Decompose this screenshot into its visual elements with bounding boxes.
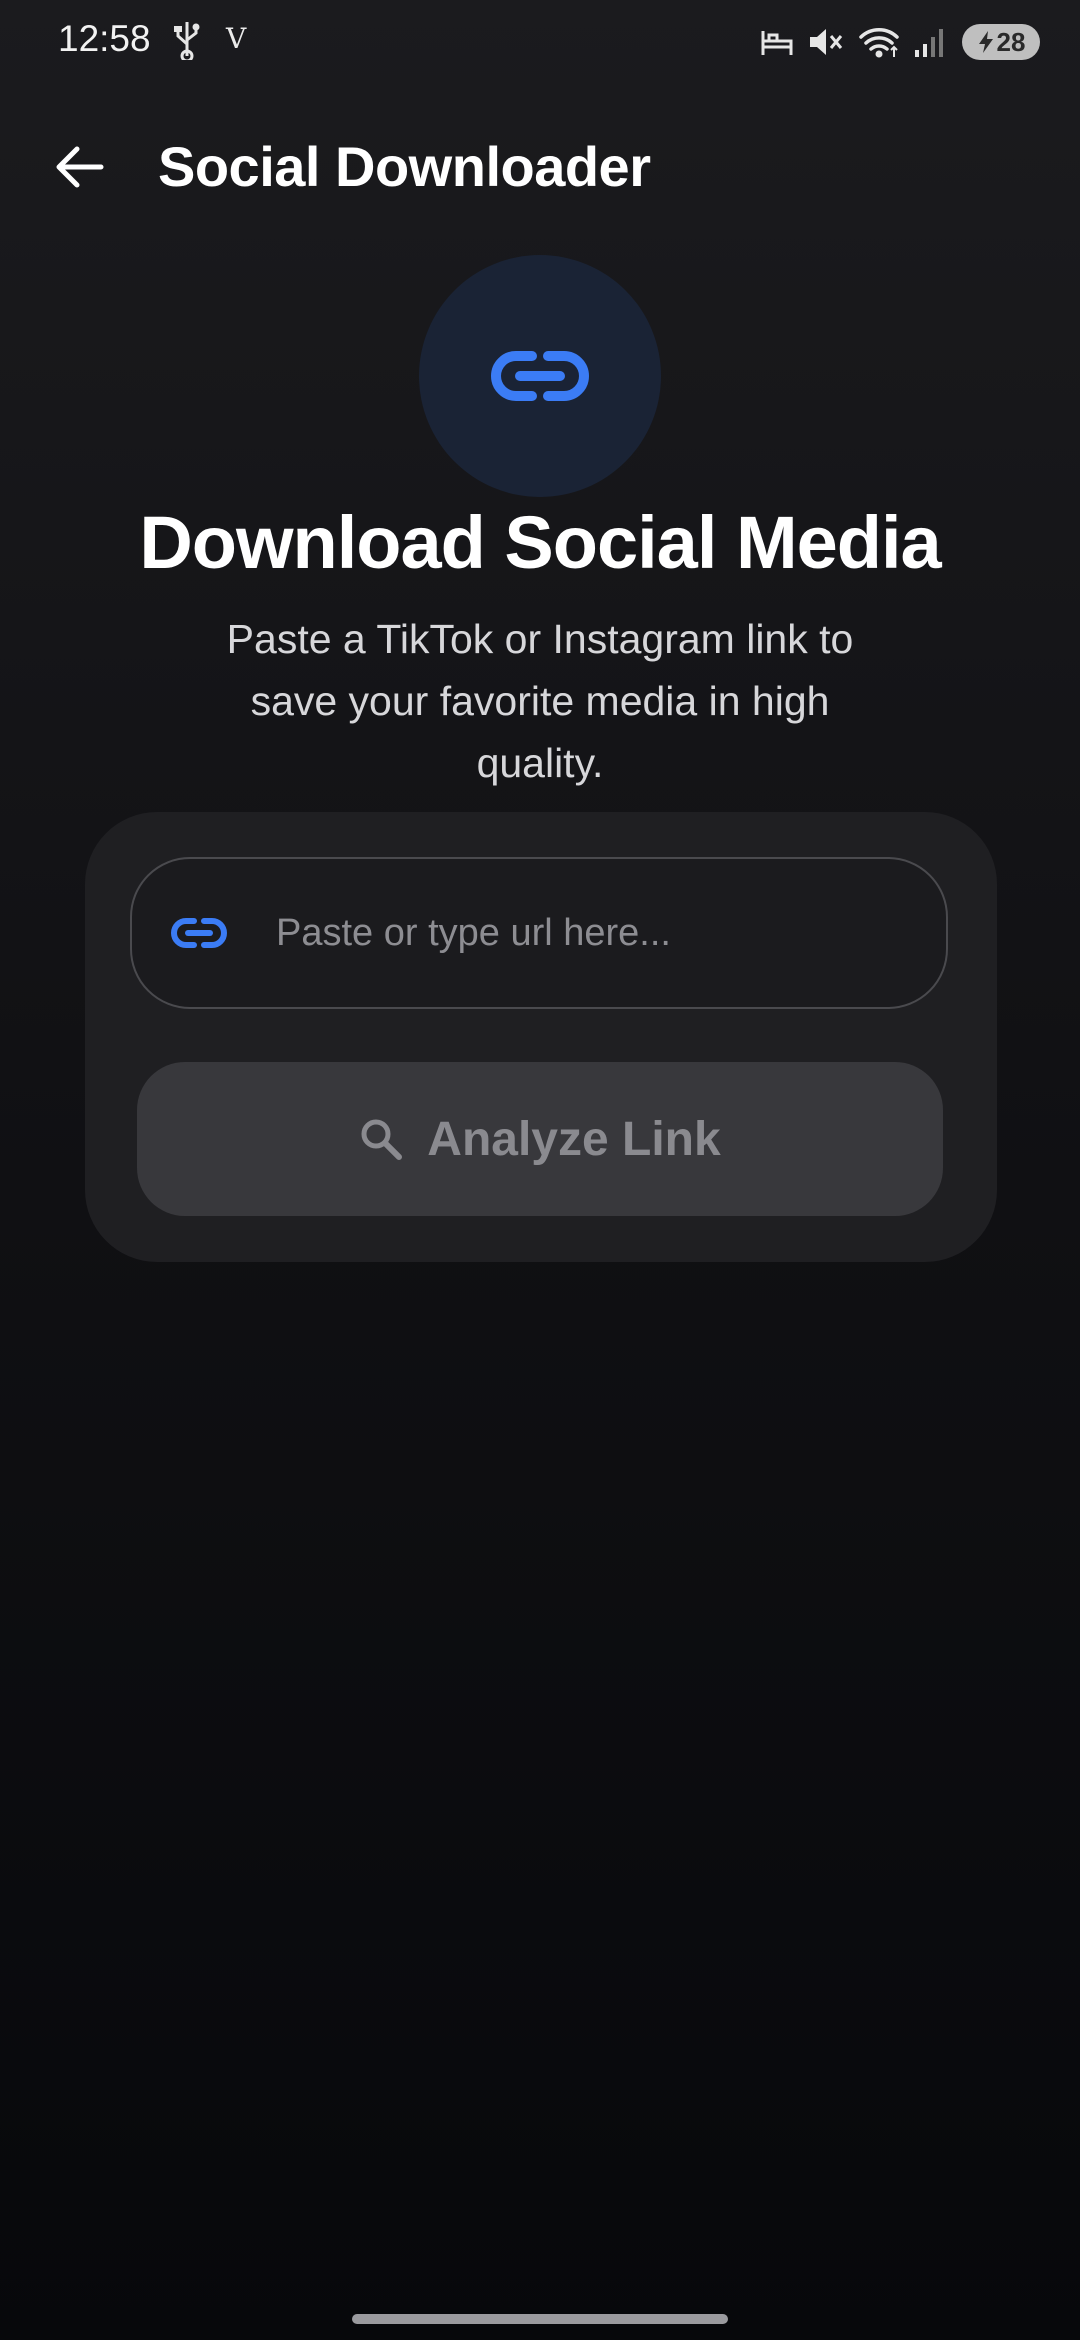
mute-icon (808, 25, 844, 59)
back-button[interactable] (44, 132, 114, 202)
arrow-left-icon (56, 146, 104, 188)
status-time: 12:58 (58, 18, 151, 59)
usb-icon (172, 20, 202, 63)
wifi-icon (858, 25, 900, 59)
carrier-glyph: V (226, 22, 247, 55)
hero-title: Download Social Media (139, 501, 941, 584)
home-indicator[interactable] (352, 2314, 728, 2324)
url-field[interactable] (130, 857, 948, 1009)
link-icon (170, 913, 232, 953)
signal-icon (914, 26, 948, 58)
analyze-link-button[interactable]: Analyze Link (137, 1062, 943, 1216)
page-title: Social Downloader (158, 135, 651, 198)
link-input-card: Analyze Link (85, 812, 997, 1262)
bed-icon (760, 27, 794, 57)
status-icons: 28 (760, 22, 1040, 62)
url-input[interactable] (274, 910, 946, 956)
app-bar: Social Downloader (0, 110, 1080, 220)
search-icon (361, 1119, 403, 1160)
hero-subtitle: Paste a TikTok or Instagram link to save… (226, 616, 854, 786)
battery-icon: 28 (962, 24, 1040, 60)
battery-level: 28 (996, 26, 1026, 57)
analyze-link-label: Analyze Link (427, 1112, 721, 1166)
hero-icon-circle (419, 255, 661, 497)
link-icon (491, 351, 589, 401)
status-bar: 12:58 V 28 (0, 0, 1080, 80)
